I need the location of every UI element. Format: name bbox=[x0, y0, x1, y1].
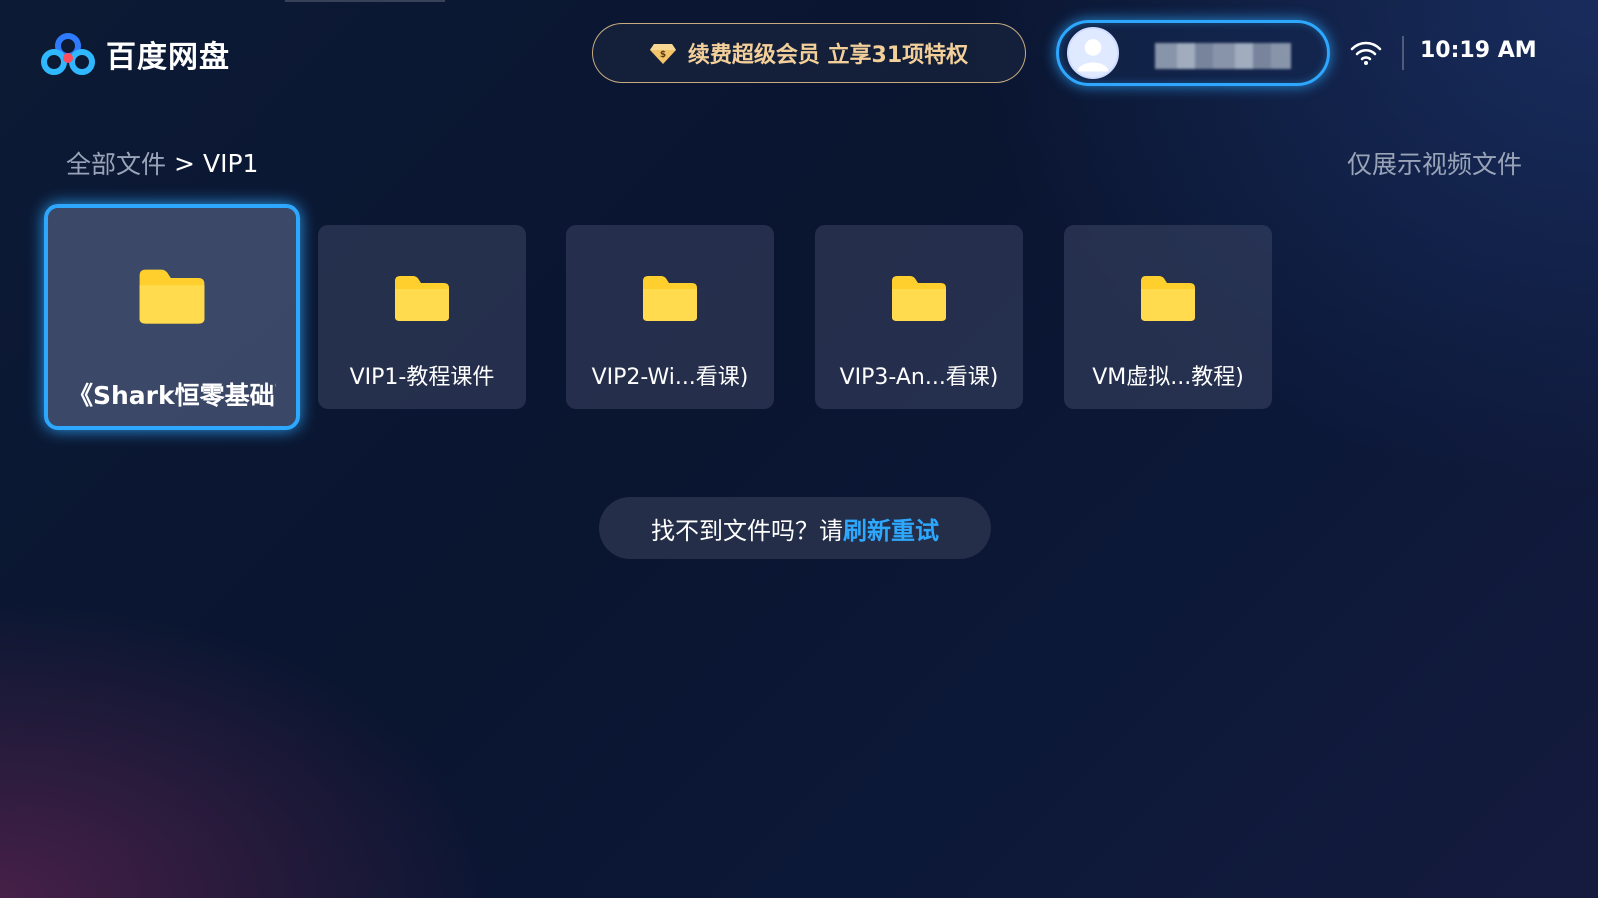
folder-name: VIP2-Wi...看课) bbox=[591, 365, 749, 390]
folder-icon bbox=[643, 276, 697, 321]
breadcrumb-root[interactable]: 全部文件 bbox=[66, 145, 166, 181]
top-edge-line bbox=[285, 0, 445, 2]
clock: 10:19 AM bbox=[1420, 38, 1537, 63]
baidu-netdisk-logo-icon bbox=[41, 33, 95, 75]
user-avatar bbox=[1067, 27, 1119, 79]
header-divider bbox=[1402, 36, 1404, 70]
folder-icon bbox=[892, 276, 946, 321]
user-account-button[interactable] bbox=[1056, 20, 1330, 86]
folder-item[interactable]: VM虚拟...教程) bbox=[1064, 225, 1272, 409]
folder-item[interactable]: VIP3-An...看课) bbox=[815, 225, 1023, 409]
video-only-filter-button[interactable]: 仅展示视频文件 bbox=[1347, 145, 1522, 181]
folder-name: 《Shark恒零基础百 bbox=[68, 381, 276, 410]
folder-name: VIP3-An...看课) bbox=[839, 365, 999, 390]
folder-icon bbox=[1141, 276, 1195, 321]
svg-text:$: $ bbox=[660, 50, 666, 60]
vip-renew-button[interactable]: $ 续费超级会员 立享31项特权 bbox=[592, 23, 1026, 83]
wifi-icon bbox=[1350, 41, 1382, 65]
refresh-prompt-text: 找不到文件吗？请 bbox=[651, 516, 843, 545]
diamond-icon: $ bbox=[649, 44, 676, 64]
breadcrumb-separator: > bbox=[174, 148, 195, 178]
folder-item[interactable]: 《Shark恒零基础百 bbox=[44, 204, 300, 430]
username-redacted bbox=[1155, 43, 1291, 69]
app-title: 百度网盘 bbox=[106, 40, 230, 75]
person-icon bbox=[1077, 39, 1109, 72]
folder-item[interactable]: VIP2-Wi...看课) bbox=[566, 225, 774, 409]
breadcrumb: 全部文件 > VIP1 bbox=[66, 145, 258, 181]
refresh-retry-link[interactable]: 刷新重试 bbox=[843, 511, 939, 546]
breadcrumb-current: VIP1 bbox=[202, 148, 259, 178]
refresh-prompt: 找不到文件吗？请 刷新重试 bbox=[599, 497, 991, 559]
app-logo: 百度网盘 bbox=[40, 30, 230, 78]
folder-icon bbox=[395, 276, 449, 321]
folder-icon bbox=[139, 269, 205, 324]
folder-item[interactable]: VIP1-教程课件 bbox=[318, 225, 526, 409]
folder-name: VM虚拟...教程) bbox=[1092, 365, 1244, 390]
vip-banner-text: 续费超级会员 立享31项特权 bbox=[687, 43, 969, 68]
folder-name: VIP1-教程课件 bbox=[349, 365, 495, 390]
